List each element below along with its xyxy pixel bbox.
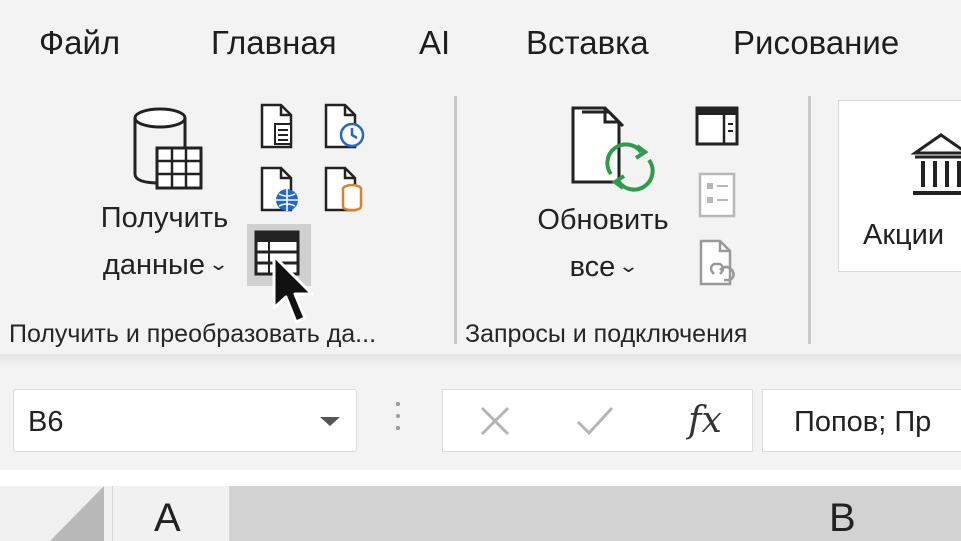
bank-icon: [911, 133, 961, 195]
fx-label: fx: [688, 400, 722, 441]
select-all-button[interactable]: [0, 486, 112, 541]
refresh-all-label-1: Обновить: [537, 204, 669, 236]
chevron-down-icon: ⌄: [207, 254, 230, 274]
tab-home[interactable]: Главная: [211, 24, 337, 62]
chevron-down-icon[interactable]: [320, 417, 340, 426]
mouse-cursor-icon: [272, 254, 314, 324]
recent-sources-icon[interactable]: [322, 102, 368, 150]
stocks-label: Акции: [863, 219, 945, 251]
refresh-all-icon: [571, 106, 655, 192]
formula-bar-resize-handle[interactable]: [396, 402, 402, 438]
tab-ai[interactable]: AI: [419, 24, 450, 62]
column-letter-b: B: [829, 496, 856, 540]
ribbon-tab-bar: Файл Главная AI Вставка Рисование: [0, 0, 961, 92]
stocks-button[interactable]: Акции: [838, 100, 961, 272]
properties-icon[interactable]: [696, 172, 740, 218]
close-icon: [480, 406, 510, 435]
get-data-label-2: данные: [102, 249, 205, 281]
database-table-icon: [133, 107, 203, 190]
group-separator: [454, 96, 457, 344]
tab-insert[interactable]: Вставка: [526, 24, 649, 62]
existing-connections-icon[interactable]: [322, 165, 368, 215]
group-label-queries: Запросы и подключения: [465, 320, 748, 348]
from-text-csv-icon[interactable]: [257, 102, 303, 150]
queries-connections-icon[interactable]: [694, 104, 742, 148]
refresh-all-label-2: все: [569, 251, 616, 283]
tab-draw[interactable]: Рисование: [733, 24, 899, 62]
insert-function-button[interactable]: fx: [665, 390, 745, 451]
formula-buttons: fx: [442, 389, 753, 452]
get-data-label-1: Получить: [100, 202, 229, 234]
edit-links-icon[interactable]: [698, 238, 742, 288]
checkmark-icon: [576, 406, 614, 435]
column-letter-a: A: [154, 496, 181, 540]
name-box-value: B6: [28, 406, 64, 438]
formula-input[interactable]: Попов; Пр: [762, 389, 961, 452]
select-all-triangle-icon: [50, 486, 104, 541]
enter-button[interactable]: [555, 390, 635, 451]
cancel-button[interactable]: [455, 390, 535, 451]
tab-file[interactable]: Файл: [39, 24, 120, 62]
chevron-down-icon: ⌄: [618, 256, 640, 276]
formula-value: Попов; Пр: [794, 406, 932, 438]
ribbon-divider: [0, 354, 961, 368]
refresh-all-button[interactable]: Обновить все ⌄: [518, 104, 688, 291]
name-box[interactable]: B6: [13, 389, 357, 452]
from-web-icon[interactable]: [257, 165, 303, 215]
get-data-button[interactable]: Получить данные ⌄: [82, 104, 247, 289]
group-separator: [808, 96, 811, 344]
